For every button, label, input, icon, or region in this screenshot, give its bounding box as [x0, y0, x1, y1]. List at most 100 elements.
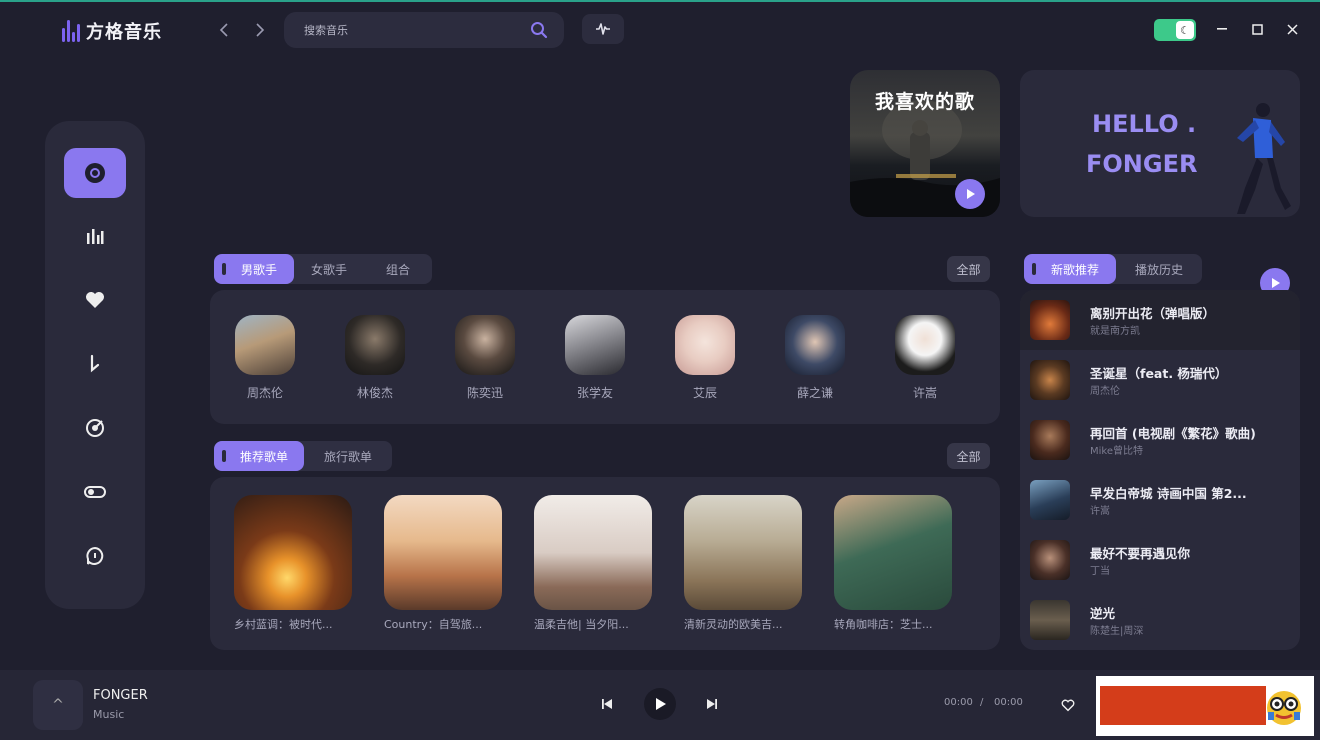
play-icon: [1272, 278, 1280, 288]
tab-label: 推荐歌单: [239, 449, 288, 464]
tab-groups[interactable]: 组合: [364, 254, 432, 284]
previous-button[interactable]: [597, 694, 617, 714]
artist-card[interactable]: 薛之谦: [775, 315, 855, 401]
radio-target-icon: [86, 419, 104, 437]
song-artist: 丁当: [1090, 566, 1110, 577]
artist-card[interactable]: 许嵩: [885, 315, 965, 401]
song-artist: Mike曾比特: [1090, 446, 1143, 457]
artist-avatar: [455, 315, 515, 375]
playlist-card[interactable]: 转角咖啡店：芝士...: [834, 495, 952, 632]
next-button[interactable]: [702, 694, 722, 714]
artist-card[interactable]: 周杰伦: [225, 315, 305, 401]
artist-card[interactable]: 陈奕迅: [445, 315, 525, 401]
sidebar-item-chat[interactable]: [64, 531, 126, 581]
playlist-name: 清新灵动的欧美吉...: [684, 618, 783, 631]
song-row[interactable]: 离别开出花（弹唱版） 就是南方凯: [1020, 290, 1300, 350]
song-cover: [1030, 600, 1070, 640]
tab-male-singers[interactable]: 男歌手: [214, 254, 294, 284]
search-icon[interactable]: [530, 21, 548, 39]
artist-name: 艾辰: [692, 386, 717, 400]
toggle-icon: [84, 486, 106, 498]
playlist-cover: [534, 495, 652, 610]
song-row[interactable]: 圣诞星（feat. 杨瑞代） 周杰伦: [1020, 350, 1300, 410]
artist-avatar: [235, 315, 295, 375]
forward-button[interactable]: [250, 20, 270, 40]
playlist-cover: [834, 495, 952, 610]
sidebar-item-radio[interactable]: [64, 403, 126, 453]
heart-icon: [86, 292, 104, 308]
song-row[interactable]: 逆光 陈楚生|周深: [1020, 590, 1300, 650]
chevron-left-icon: [219, 23, 228, 37]
dancer-illustration: [1237, 103, 1291, 214]
artist-name: 许嵩: [912, 386, 937, 400]
playlist-card[interactable]: Country：自驾旅...: [384, 495, 502, 632]
now-playing-expand-button[interactable]: ^: [33, 680, 83, 730]
tab-travel-playlists[interactable]: 旅行歌单: [304, 441, 392, 471]
song-row[interactable]: 早发白帝城 诗画中国 第2... 许嵩: [1020, 470, 1300, 530]
moon-icon: ☾: [1176, 21, 1194, 39]
tab-new-songs[interactable]: 新歌推荐: [1024, 254, 1116, 284]
song-title: 早发白帝城 诗画中国 第2...: [1090, 486, 1247, 501]
artist-avatar: [345, 315, 405, 375]
song-cover: [1030, 480, 1070, 520]
song-title: 再回首 (电视剧《繁花》歌曲): [1090, 426, 1256, 441]
search-input[interactable]: [304, 23, 530, 37]
window-top-accent: [0, 0, 1320, 2]
song-title: 最好不要再遇见你: [1090, 546, 1191, 561]
tab-play-history[interactable]: 播放历史: [1116, 254, 1202, 284]
playlist-card[interactable]: 清新灵动的欧美吉...: [684, 495, 802, 632]
tab-female-singers[interactable]: 女歌手: [294, 254, 364, 284]
close-button[interactable]: [1281, 18, 1303, 40]
sidebar-item-charts[interactable]: [64, 211, 126, 261]
tab-recommended-playlists[interactable]: 推荐歌单: [214, 441, 304, 471]
new-songs-tabs: 新歌推荐 播放历史: [1024, 254, 1202, 284]
sidebar-item-favorites[interactable]: [64, 275, 126, 325]
mascot-icon: [1267, 691, 1301, 725]
back-button[interactable]: [214, 20, 234, 40]
artist-card[interactable]: 林俊杰: [335, 315, 415, 401]
singers-panel: 周杰伦 林俊杰 陈奕迅 张学友 艾辰 薛之谦 许嵩: [210, 290, 1000, 424]
chevron-right-icon: [256, 23, 265, 37]
minimize-icon: [1217, 28, 1227, 30]
minimize-button[interactable]: [1211, 18, 1233, 40]
playlists-all-button[interactable]: 全部: [947, 443, 990, 469]
artist-card[interactable]: 艾辰: [665, 315, 745, 401]
playlist-card[interactable]: 乡村蓝调：被时代...: [234, 495, 352, 632]
play-icon: [967, 189, 975, 199]
artist-card[interactable]: 张学友: [555, 315, 635, 401]
like-button[interactable]: [1058, 695, 1078, 715]
maximize-icon: [1251, 23, 1263, 35]
artist-avatar: [565, 315, 625, 375]
artist-name: 林俊杰: [356, 386, 393, 400]
disc-icon: [85, 163, 105, 183]
overlay-banner-fill: [1100, 686, 1266, 725]
singers-all-button[interactable]: 全部: [947, 256, 990, 282]
playlist-name: 温柔吉他| 当夕阳...: [534, 618, 629, 631]
song-cover: [1030, 540, 1070, 580]
artist-name: 陈奕迅: [466, 386, 503, 400]
maximize-button[interactable]: [1246, 18, 1268, 40]
play-icon: [655, 698, 666, 710]
sidebar-item-settings[interactable]: [64, 467, 126, 517]
favorite-songs-card[interactable]: 我喜欢的歌: [850, 70, 1000, 217]
artist-name: 薛之谦: [796, 386, 833, 400]
theme-toggle[interactable]: ☾: [1154, 19, 1196, 41]
search-bar: [284, 12, 564, 48]
skip-next-icon: [707, 699, 717, 709]
playlist-cover: [384, 495, 502, 610]
sound-wave-button[interactable]: [582, 14, 624, 44]
sidebar-item-discover[interactable]: [64, 148, 126, 198]
song-row[interactable]: 再回首 (电视剧《繁花》歌曲) Mike曾比特: [1020, 410, 1300, 470]
playlist-card[interactable]: 温柔吉他| 当夕阳...: [534, 495, 652, 632]
artist-avatar: [895, 315, 955, 375]
app-name: 方格音乐: [86, 22, 162, 43]
favorite-title: 我喜欢的歌: [874, 91, 975, 113]
song-artist: 陈楚生|周深: [1090, 626, 1144, 637]
favorite-play-button[interactable]: [955, 179, 985, 209]
playlists-panel: 乡村蓝调：被时代... Country：自驾旅... 温柔吉他| 当夕阳... …: [210, 477, 1000, 650]
sidebar-item-music[interactable]: [64, 339, 126, 389]
now-playing-subtitle: Music: [93, 708, 125, 721]
song-row[interactable]: 最好不要再遇见你 丁当: [1020, 530, 1300, 590]
play-pause-button[interactable]: [644, 688, 676, 720]
song-artist: 就是南方凯: [1090, 326, 1140, 337]
